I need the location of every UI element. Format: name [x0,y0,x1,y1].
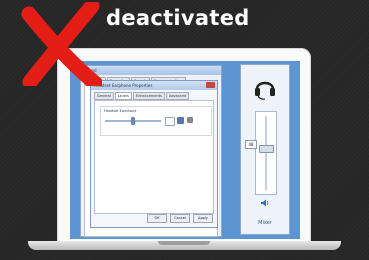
red-x-icon [21,2,102,86]
properties-title-text: Headset Earphone Properties [94,83,153,88]
mixer-link[interactable]: Mixer [241,220,289,226]
volume-slider[interactable] [255,111,277,195]
volume-slider-thumb[interactable] [259,145,274,153]
properties-window: Headset Earphone Properties General Leve… [90,80,218,228]
tab-enhancements[interactable]: Enhancements [132,92,165,100]
apply-button[interactable]: Apply [193,214,213,223]
laptop-screen: Sound Playback Recording Sounds Communic… [70,61,300,239]
sound-window-title: Sound [81,66,221,75]
levels-panel: Headset Earphone [94,100,214,214]
cancel-button[interactable]: Cancel [170,214,190,223]
volume-slider-line [265,116,267,190]
tab-levels[interactable]: Levels [114,92,132,100]
level-value-field[interactable] [165,117,175,126]
dialog-buttons: OK Cancel Apply [147,214,213,223]
level-slider-thumb[interactable] [131,117,135,125]
ok-button[interactable]: OK [147,214,167,223]
tab-advanced[interactable]: Advanced [165,92,190,100]
level-group-label: Headset Earphone [104,109,137,113]
laptop-notch [158,241,210,245]
properties-window-title: Headset Earphone Properties [91,81,217,90]
speaker-icon[interactable] [260,199,270,207]
balance-icon[interactable] [187,117,193,123]
mute-speaker-icon[interactable] [177,117,184,124]
close-button[interactable] [206,82,215,88]
tab-general[interactable]: General [94,92,114,100]
headset-icon [255,81,275,100]
volume-mixer: 48 Mixer [240,64,290,235]
volume-level: 48 [245,140,257,149]
level-group: Headset Earphone [100,106,212,136]
properties-tabs: General Levels Enhancements Advanced [91,90,217,100]
banner-title: deactivated [106,6,250,30]
